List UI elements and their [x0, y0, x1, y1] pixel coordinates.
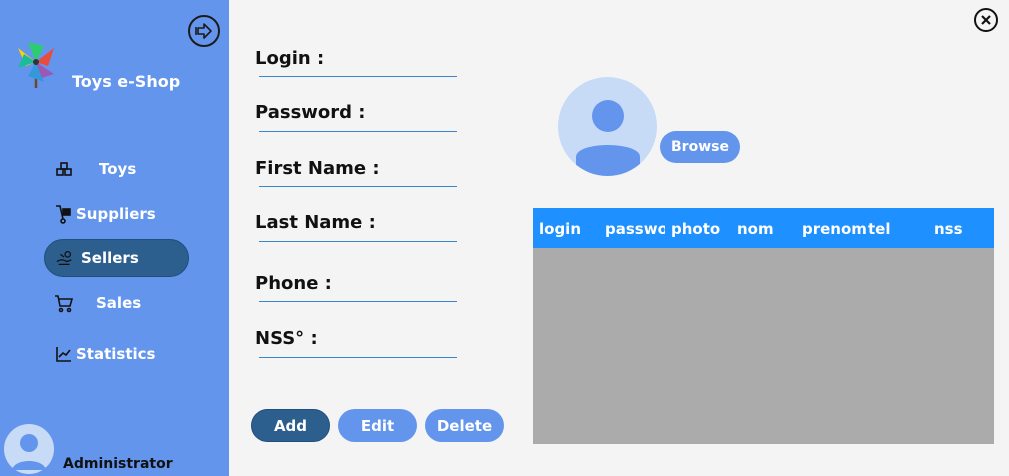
hand-truck-icon — [54, 204, 74, 224]
pinwheel-logo-icon — [14, 38, 58, 88]
browse-button[interactable]: Browse — [660, 131, 740, 163]
shopping-cart-icon — [54, 293, 74, 313]
sellers-table[interactable]: login passwor photo nom prenom tel nss — [533, 208, 994, 444]
column-header-nom[interactable]: nom — [737, 220, 774, 238]
password-underline — [259, 131, 457, 132]
firstname-field[interactable] — [368, 160, 455, 184]
delete-button[interactable]: Delete — [425, 409, 504, 442]
login-label: Login : — [255, 48, 325, 69]
login-underline — [259, 76, 457, 77]
lastname-field[interactable] — [368, 214, 455, 238]
photo-preview — [558, 77, 657, 176]
lastname-label: Last Name : — [255, 212, 376, 233]
column-header-login[interactable]: login — [539, 220, 581, 238]
password-label: Password : — [255, 102, 366, 123]
blocks-icon — [54, 159, 74, 179]
column-header-tel[interactable]: tel — [868, 220, 891, 238]
sidebar-item-sales[interactable]: Sales — [44, 284, 189, 322]
sidebar-item-label: Toys — [99, 160, 137, 178]
nss-underline — [259, 357, 457, 358]
admin-name: Administrator — [63, 456, 173, 472]
firstname-label: First Name : — [255, 158, 380, 179]
app-title: Toys e-Shop — [72, 72, 181, 91]
nss-label: NSS° : — [255, 328, 318, 349]
sidebar-item-label: Sellers — [81, 249, 139, 267]
sidebar-item-toys[interactable]: Toys — [44, 150, 189, 188]
column-header-nss[interactable]: nss — [934, 220, 963, 238]
column-header-photo[interactable]: photo — [671, 220, 720, 238]
sidebar-item-label: Sales — [96, 294, 142, 312]
line-chart-icon — [54, 344, 74, 364]
phone-field[interactable] — [345, 275, 455, 299]
column-header-password[interactable]: passwor — [605, 220, 665, 238]
edit-button[interactable]: Edit — [338, 409, 417, 442]
login-field[interactable] — [345, 50, 455, 74]
phone-underline — [259, 301, 457, 302]
hand-money-icon — [55, 248, 75, 268]
phone-label: Phone : — [255, 273, 332, 294]
password-field[interactable] — [362, 104, 455, 128]
sidebar-item-label: Suppliers — [76, 205, 156, 223]
sidebar-item-statistics[interactable]: Statistics — [44, 335, 189, 373]
add-button[interactable]: Add — [251, 409, 330, 442]
column-header-prenom[interactable]: prenom — [802, 220, 867, 238]
firstname-underline — [259, 186, 457, 187]
logout-icon[interactable] — [188, 15, 220, 47]
sidebar-item-sellers[interactable]: Sellers — [44, 239, 189, 277]
user-silhouette-icon — [576, 100, 640, 176]
nss-field[interactable] — [320, 330, 455, 354]
lastname-underline — [259, 241, 457, 242]
close-icon[interactable] — [974, 8, 998, 32]
avatar — [4, 422, 54, 476]
table-header: login passwor photo nom prenom tel nss — [533, 208, 994, 248]
sidebar-item-suppliers[interactable]: Suppliers — [44, 195, 189, 233]
sidebar: Toys e-Shop Toys Suppliers Sellers Sales… — [0, 0, 229, 476]
sidebar-item-label: Statistics — [76, 345, 156, 363]
